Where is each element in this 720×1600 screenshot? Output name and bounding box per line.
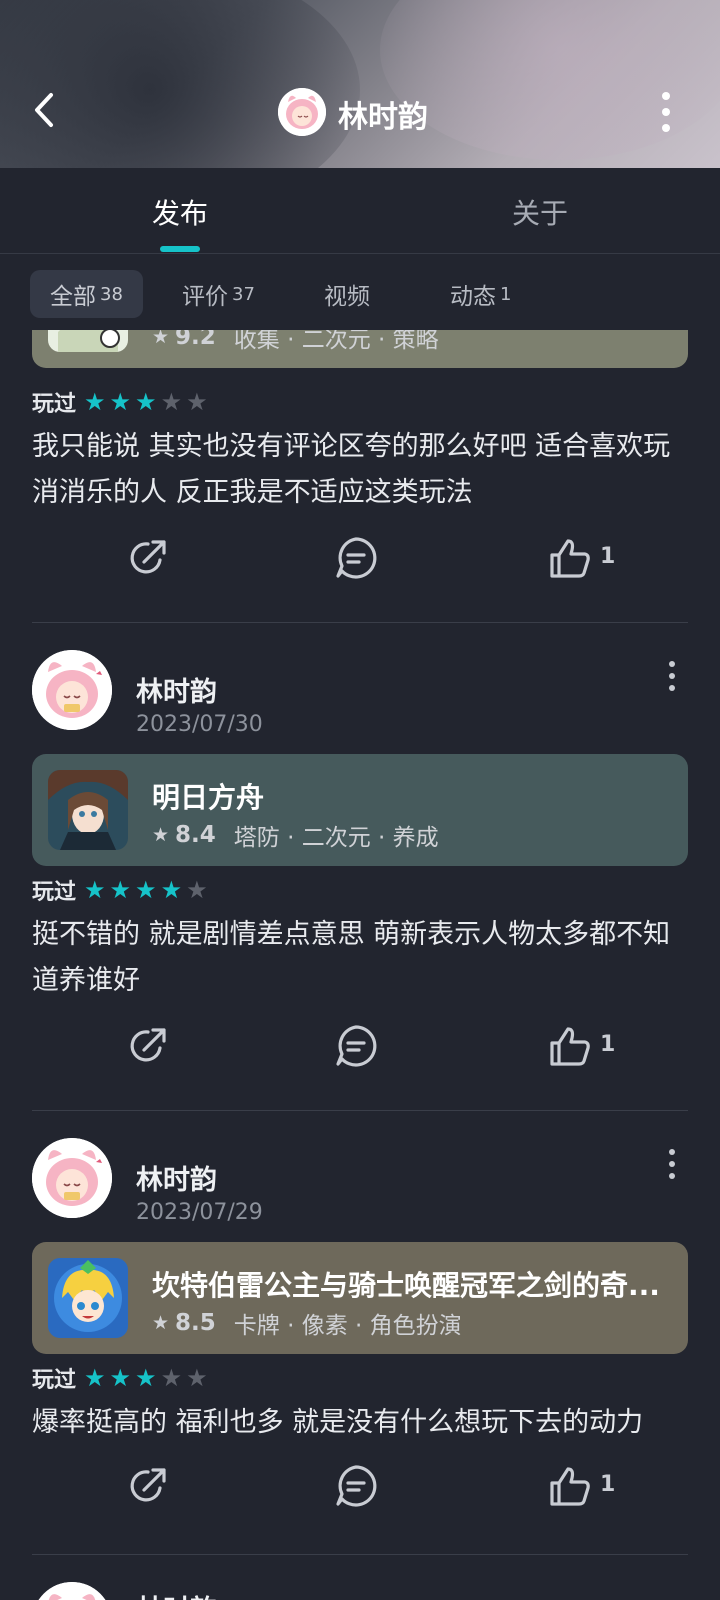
filter-videos[interactable]: 视频: [304, 270, 390, 318]
game-name: 坎特伯雷公主与骑士唤醒冠军之剑的奇...: [152, 1269, 660, 1302]
star-icon: ★: [84, 388, 106, 416]
share-icon[interactable]: [126, 536, 170, 580]
game-card[interactable]: 坎特伯雷公主与骑士唤醒冠军之剑的奇... ★ 8.5 卡牌 · 像素 · 角色扮…: [32, 1242, 688, 1354]
star-icon: ★: [84, 1364, 106, 1392]
filter-moments[interactable]: 动态 1: [430, 270, 531, 318]
star-icon: ★: [135, 1364, 157, 1392]
user-name[interactable]: 林时韵: [136, 1158, 217, 1197]
header-avatar[interactable]: [278, 88, 326, 136]
game-icon: [48, 330, 128, 352]
star-icon: ★: [84, 876, 106, 904]
filter-reviews[interactable]: 评价 37: [162, 270, 275, 318]
filter-bar: 全部 38 评价 37 视频 动态 1: [0, 254, 720, 330]
like-count: 1: [600, 544, 616, 569]
divider: [32, 1110, 688, 1111]
rating-stars: ★ ★ ★ ★ ★: [84, 878, 208, 902]
divider: [32, 1554, 688, 1555]
star-icon: ★: [160, 388, 183, 416]
game-icon: [48, 770, 128, 850]
star-icon: ★: [186, 876, 208, 904]
profile-header: 林时韵: [0, 0, 720, 168]
avatar[interactable]: [32, 650, 112, 730]
tab-publish[interactable]: 发布: [152, 192, 208, 232]
comment-icon[interactable]: [334, 1024, 378, 1068]
star-icon: ★: [135, 876, 157, 904]
played-rating: 玩过 ★ ★ ★ ★ ★: [32, 876, 208, 905]
star-icon: ★: [152, 330, 170, 348]
more-vertical-icon[interactable]: [666, 1144, 678, 1184]
post-actions: 1: [0, 536, 720, 596]
review-text[interactable]: 挺不错的 就是剧情差点意思 萌新表示人物太多都不知道养谁好: [32, 912, 692, 1004]
like-icon[interactable]: [548, 536, 592, 580]
divider: [32, 622, 688, 623]
comment-icon[interactable]: [334, 1464, 378, 1508]
user-name[interactable]: 林时韵: [136, 1588, 217, 1600]
more-vertical-icon[interactable]: [648, 92, 684, 132]
star-icon: ★: [160, 876, 183, 904]
share-icon[interactable]: [126, 1464, 170, 1508]
profile-tabs: 发布 关于: [0, 168, 720, 254]
like-count: 1: [600, 1472, 616, 1497]
share-icon[interactable]: [126, 1024, 170, 1068]
post-date: 2023/07/29: [136, 1200, 263, 1225]
tab-about[interactable]: 关于: [512, 192, 568, 232]
game-name: 明日方舟: [152, 781, 265, 814]
comment-icon[interactable]: [334, 536, 378, 580]
review-text[interactable]: 爆率挺高的 福利也多 就是没有什么想玩下去的动力: [32, 1400, 692, 1446]
game-icon: [48, 1258, 128, 1338]
review-text[interactable]: 我只能说 其实也没有评论区夸的那么好吧 适合喜欢玩消消乐的人 反正我是不适应这类…: [32, 424, 692, 516]
like-count: 1: [600, 1032, 616, 1057]
back-arrow-icon[interactable]: [26, 88, 62, 132]
post-date: 2023/07/30: [136, 712, 263, 737]
star-icon: ★: [186, 1364, 208, 1392]
filter-all[interactable]: 全部 38: [30, 270, 143, 318]
star-icon: ★: [109, 1364, 132, 1392]
game-card[interactable]: ★ 9.2 收集 · 二次元 · 策略: [32, 330, 688, 368]
avatar[interactable]: [32, 1582, 112, 1600]
post-actions: 1: [0, 1024, 720, 1084]
avatar[interactable]: [32, 1138, 112, 1218]
star-icon: ★: [160, 1364, 183, 1392]
played-rating: 玩过 ★ ★ ★ ★ ★: [32, 388, 208, 417]
rating-stars: ★ ★ ★ ★ ★: [84, 390, 208, 414]
star-icon: ★: [152, 824, 170, 846]
star-icon: ★: [152, 1312, 170, 1334]
star-icon: ★: [109, 876, 132, 904]
tab-indicator: [160, 246, 200, 252]
like-icon[interactable]: [548, 1464, 592, 1508]
more-vertical-icon[interactable]: [666, 656, 678, 696]
played-rating: 玩过 ★ ★ ★ ★ ★: [32, 1364, 208, 1393]
game-card[interactable]: 明日方舟 ★ 8.4 塔防 · 二次元 · 养成: [32, 754, 688, 866]
like-icon[interactable]: [548, 1024, 592, 1068]
star-icon: ★: [109, 388, 132, 416]
star-icon: ★: [135, 388, 157, 416]
star-icon: ★: [186, 388, 208, 416]
user-name[interactable]: 林时韵: [136, 670, 217, 709]
post-actions: 1: [0, 1464, 720, 1524]
header-title: 林时韵: [338, 100, 428, 135]
rating-stars: ★ ★ ★ ★ ★: [84, 1366, 208, 1390]
post-feed: ★ 9.2 收集 · 二次元 · 策略 玩过 ★ ★ ★ ★ ★ 我只能说 其实也没有评…: [0, 330, 720, 1600]
